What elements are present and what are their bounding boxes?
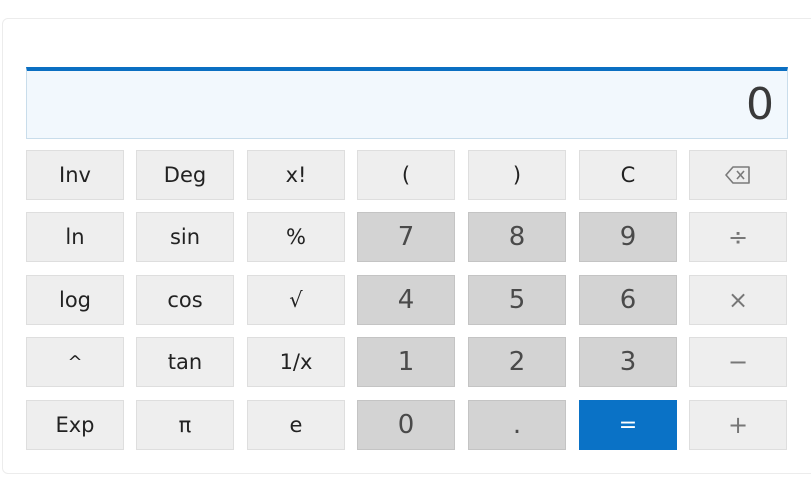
factorial-button[interactable]: x! (247, 150, 345, 200)
digit-6-button[interactable]: 6 (579, 275, 677, 325)
display-value: 0 (746, 79, 774, 130)
inv-button[interactable]: Inv (26, 150, 124, 200)
digit-9-button[interactable]: 9 (579, 212, 677, 262)
clear-button[interactable]: C (579, 150, 677, 200)
exp-button[interactable]: Exp (26, 400, 124, 450)
sin-button[interactable]: sin (136, 212, 234, 262)
log-button[interactable]: log (26, 275, 124, 325)
divide-button[interactable]: ÷ (689, 212, 787, 262)
plus-button[interactable]: + (689, 400, 787, 450)
left-paren-button[interactable]: ( (357, 150, 455, 200)
deg-button[interactable]: Deg (136, 150, 234, 200)
decimal-button[interactable]: . (468, 400, 566, 450)
multiply-button[interactable]: × (689, 275, 787, 325)
percent-button[interactable]: % (247, 212, 345, 262)
backspace-icon (725, 166, 751, 184)
calculator-display: 0 (26, 67, 788, 139)
digit-0-button[interactable]: 0 (357, 400, 455, 450)
backspace-button[interactable] (689, 150, 787, 200)
power-button[interactable]: ^ (26, 337, 124, 387)
digit-4-button[interactable]: 4 (357, 275, 455, 325)
pi-button[interactable]: π (136, 400, 234, 450)
digit-7-button[interactable]: 7 (357, 212, 455, 262)
sqrt-button[interactable]: √ (247, 275, 345, 325)
tan-button[interactable]: tan (136, 337, 234, 387)
equals-button[interactable]: = (579, 400, 677, 450)
ln-button[interactable]: ln (26, 212, 124, 262)
minus-button[interactable]: − (689, 337, 787, 387)
reciprocal-button[interactable]: 1/x (247, 337, 345, 387)
cos-button[interactable]: cos (136, 275, 234, 325)
digit-2-button[interactable]: 2 (468, 337, 566, 387)
digit-3-button[interactable]: 3 (579, 337, 677, 387)
right-paren-button[interactable]: ) (468, 150, 566, 200)
digit-1-button[interactable]: 1 (357, 337, 455, 387)
euler-button[interactable]: e (247, 400, 345, 450)
digit-5-button[interactable]: 5 (468, 275, 566, 325)
digit-8-button[interactable]: 8 (468, 212, 566, 262)
